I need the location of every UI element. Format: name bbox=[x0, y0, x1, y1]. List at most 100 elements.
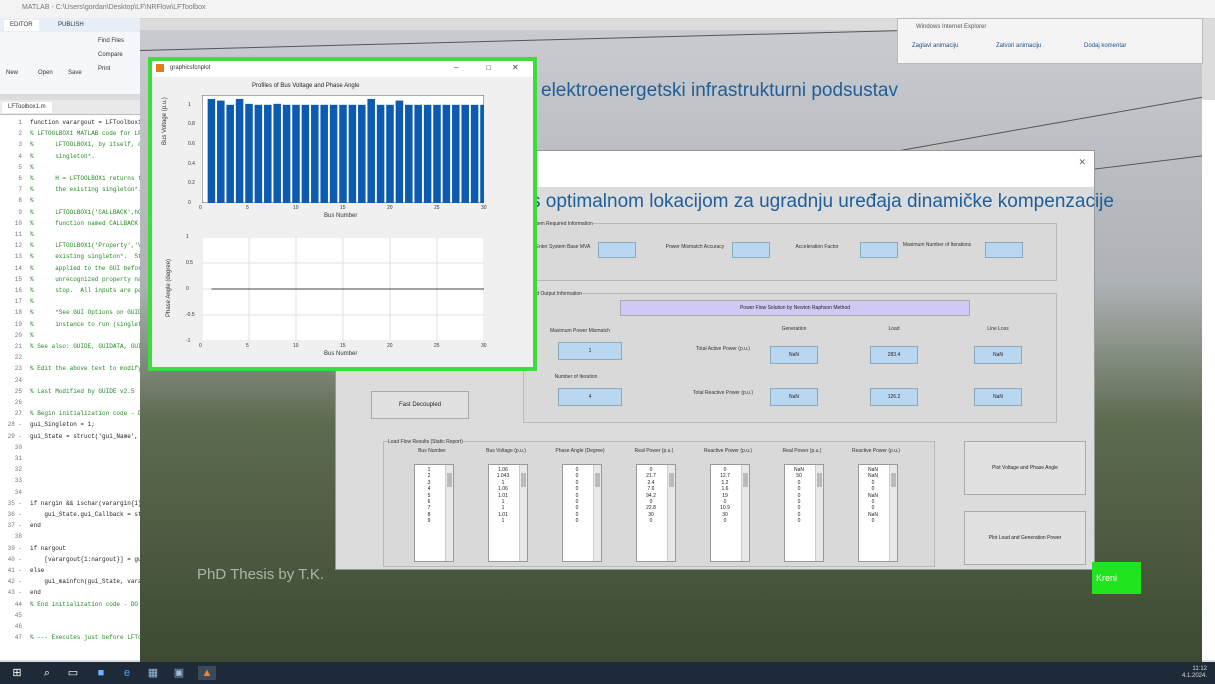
accuracy-input[interactable] bbox=[732, 242, 770, 258]
scrollbar[interactable] bbox=[593, 465, 601, 561]
list-item[interactable]: 0 bbox=[863, 518, 883, 524]
app-icon[interactable]: ▣ bbox=[172, 666, 186, 680]
results-listbox[interactable]: 0 21.7 2.4 7.6 94.2 0 22.8 30 0 bbox=[636, 464, 676, 562]
code-text: % the existing singleton*. bbox=[30, 186, 142, 194]
code-line: 14 % applied to the GUI before bbox=[0, 264, 145, 273]
kreni-button[interactable]: Kreni bbox=[1092, 562, 1141, 594]
compare-button[interactable]: Compare bbox=[98, 52, 123, 58]
tick-label: 5 bbox=[246, 205, 249, 211]
base-mva-label: Enter System Base MVA bbox=[535, 244, 591, 250]
scrollbar[interactable] bbox=[815, 465, 823, 561]
results-listbox[interactable]: 0 12.7 1.2 1.6 19 0 10.9 30 0 bbox=[710, 464, 750, 562]
clock-date: 4.1.2024. bbox=[1181, 673, 1207, 679]
search-icon[interactable]: ⌕ bbox=[40, 666, 54, 680]
tab-editor[interactable]: EDITOR bbox=[4, 20, 39, 31]
col-losses: Line Loss bbox=[987, 326, 1009, 332]
line-number: 25 bbox=[14, 387, 22, 395]
print-button[interactable]: Print bbox=[98, 66, 110, 72]
voltage-bar bbox=[461, 104, 469, 203]
line-number: 20 bbox=[14, 331, 22, 339]
max-iterations-input[interactable] bbox=[985, 242, 1023, 258]
task-view-icon[interactable]: ▭ bbox=[66, 666, 80, 680]
close-icon[interactable]: ✕ bbox=[512, 63, 519, 72]
list-item[interactable]: 0 bbox=[789, 518, 809, 524]
matlab-icon[interactable]: ▲ bbox=[198, 666, 216, 680]
scrollbar[interactable] bbox=[667, 465, 675, 561]
store-icon[interactable]: ▦ bbox=[146, 666, 160, 680]
scrollbar[interactable] bbox=[741, 465, 749, 561]
scrollbar[interactable] bbox=[445, 465, 453, 561]
ie-link-stop[interactable]: Zatvori animaciju bbox=[996, 43, 1041, 49]
windows-start-icon[interactable]: ⊞ bbox=[10, 666, 24, 680]
list-item[interactable]: 0 bbox=[715, 518, 735, 524]
code-line: 8% bbox=[0, 196, 33, 205]
fast-decoupled-button[interactable]: Fast Decoupled bbox=[371, 391, 469, 419]
ie-link-start[interactable]: Zaglavi animaciju bbox=[912, 43, 958, 49]
find-files-button[interactable]: Find Files bbox=[98, 38, 124, 44]
plot-power-button[interactable]: Plot Load and Generation Power bbox=[964, 511, 1086, 565]
list-item[interactable]: 0 bbox=[641, 518, 661, 524]
code-text: % Last Modified by GUIDE v2.5 bbox=[30, 387, 135, 395]
new-button[interactable]: New bbox=[6, 70, 18, 76]
taskbar: ⊞ ⌕ ▭ ■ e ▦ ▣ ▲ 11:12 4.1.2024. bbox=[0, 662, 1215, 684]
editor-tabs: LFToolbox1.m bbox=[0, 100, 140, 115]
ribbon-tabs: EDITOR PUBLISH bbox=[0, 18, 140, 32]
active-losses: NaN bbox=[974, 346, 1022, 364]
results-listbox[interactable]: NaN 50 0 0 0 0 0 0 0 bbox=[784, 464, 824, 562]
results-column-header: Bus Voltage (p.u.) bbox=[486, 448, 526, 454]
voltage-bar bbox=[217, 100, 225, 203]
plot-voltage-button[interactable]: Plot Voltage and Phase Angle bbox=[964, 441, 1086, 495]
ie-link-comment[interactable]: Dodaj komentar bbox=[1084, 43, 1126, 49]
code-line: 23 % Edit the above text to modify the bbox=[0, 364, 156, 373]
code-line: 34 bbox=[0, 488, 30, 497]
line-number: 16 bbox=[14, 287, 22, 294]
plot1-title: Profiles of Bus Voltage and Phase Angle bbox=[252, 83, 360, 89]
max-iterations-label: Maximum Number of Iterations bbox=[902, 242, 972, 248]
code-text: gui_State = struct('gui_Name', bbox=[30, 432, 139, 440]
line-number: 18 bbox=[14, 309, 22, 317]
voltage-bar bbox=[329, 104, 338, 203]
results-listbox[interactable]: NaN NaN 0 0 NaN 0 0 NaN 0 bbox=[858, 464, 898, 562]
code-text: % *See GUI Options on GUIDE's bbox=[30, 309, 153, 317]
results-listbox[interactable]: 123456789 bbox=[414, 464, 454, 562]
code-text: % stop. All inputs are passed bbox=[30, 287, 157, 294]
tick-label: 25 bbox=[434, 343, 440, 349]
results-column-header: Bus Number bbox=[418, 448, 446, 454]
system-info-panel: System Required Information Enter System… bbox=[523, 221, 1057, 281]
line-number: 10 bbox=[14, 219, 22, 227]
code-line: 15 % unrecognized property name bbox=[0, 275, 149, 284]
edge-icon[interactable]: e bbox=[120, 666, 134, 680]
file-tab[interactable]: LFToolbox1.m bbox=[2, 102, 52, 113]
line-number: 15 bbox=[14, 275, 22, 283]
tab-publish[interactable]: PUBLISH bbox=[52, 20, 90, 31]
list-item[interactable]: 0 bbox=[567, 518, 587, 524]
results-column-header: Reactive Power (p.u.) bbox=[703, 448, 753, 454]
code-line: 29 - gui_State = struct('gui_Name', bbox=[0, 432, 138, 441]
line-number: 35 - bbox=[7, 499, 22, 507]
line-number: 12 bbox=[14, 242, 22, 250]
results-listbox[interactable]: 1.06 1.043 1 1.06 1.01 1 1 1.01 1 bbox=[488, 464, 528, 562]
file-explorer-icon[interactable]: ■ bbox=[94, 666, 108, 680]
gui-close-icon[interactable]: ✕ bbox=[1078, 157, 1086, 168]
tick-label: -0.5 bbox=[186, 312, 195, 318]
voltage-bar bbox=[348, 104, 357, 203]
list-item[interactable]: 1 bbox=[493, 518, 513, 524]
results-listbox[interactable]: 000000000 bbox=[562, 464, 602, 562]
line-number: 44 bbox=[14, 600, 22, 608]
maximize-icon[interactable]: □ bbox=[486, 63, 491, 72]
line-number: 22 bbox=[14, 354, 22, 362]
minimize-icon[interactable]: – bbox=[454, 63, 458, 72]
code-line: 40 - [varargout{1:nargout}] = gui_main bbox=[0, 555, 164, 564]
list-item[interactable]: 9 bbox=[419, 518, 439, 524]
code-line: 30 bbox=[0, 443, 30, 452]
scrollbar[interactable] bbox=[889, 465, 897, 561]
base-mva-input[interactable] bbox=[598, 242, 636, 258]
scrollbar[interactable] bbox=[519, 465, 527, 561]
voltage-bar bbox=[470, 104, 479, 203]
figure-title: graphicsfcnplot bbox=[170, 65, 211, 71]
code-text: % bbox=[30, 231, 34, 238]
open-button[interactable]: Open bbox=[38, 70, 53, 76]
acceleration-input[interactable] bbox=[860, 242, 898, 258]
save-button[interactable]: Save bbox=[68, 70, 82, 76]
tick-label: 0 bbox=[186, 286, 189, 292]
